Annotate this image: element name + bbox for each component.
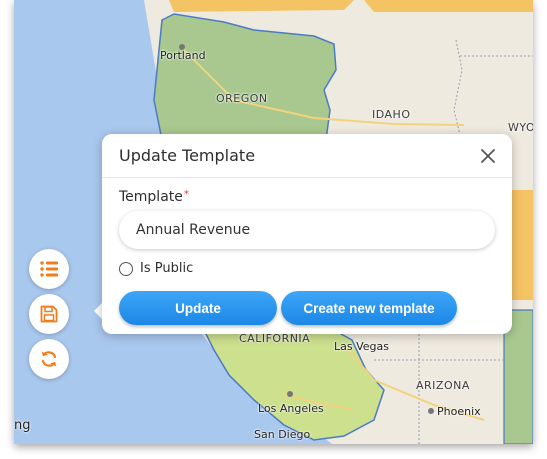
required-marker: * <box>183 189 189 200</box>
list-icon <box>40 261 58 277</box>
dialog-title: Update Template <box>119 146 256 165</box>
map-label-wyoming: WYO <box>508 121 533 134</box>
save-icon <box>40 305 58 323</box>
map-label-las-vegas: Las Vegas <box>334 340 389 353</box>
list-button[interactable] <box>29 249 69 289</box>
update-button[interactable]: Update <box>119 291 277 325</box>
dialog-header: Update Template <box>102 134 512 178</box>
refresh-button[interactable] <box>29 339 69 379</box>
map-label-idaho: IDAHO <box>372 108 411 121</box>
update-template-dialog: Update Template Template* Is Public Upda… <box>102 134 512 334</box>
is-public-label: Is Public <box>140 261 194 276</box>
create-new-template-button[interactable]: Create new template <box>281 291 457 325</box>
map-label-los-angeles: Los Angeles <box>258 402 324 415</box>
close-icon <box>481 149 495 163</box>
north-region <box>364 0 533 12</box>
refresh-icon <box>41 351 57 367</box>
save-button[interactable] <box>29 294 69 334</box>
map-frame: Portland OREGON IDAHO WYO CALIFORNIA Las… <box>14 0 533 444</box>
template-field-label: Template* <box>119 189 189 205</box>
is-public-option[interactable]: Is Public <box>119 261 193 276</box>
map-label-portland: Portland <box>160 49 206 62</box>
east-region <box>512 190 533 300</box>
map-label-oregon: OREGON <box>216 92 268 105</box>
washington-region <box>169 0 354 12</box>
map-label-san-diego: San Diego <box>254 428 311 441</box>
close-button[interactable] <box>478 146 498 166</box>
map-label-phoenix: Phoenix <box>437 405 481 418</box>
template-name-input[interactable] <box>119 211 495 249</box>
is-public-radio[interactable] <box>119 261 133 276</box>
map-label-arizona: ARIZONA <box>416 379 470 392</box>
map-attribution: ng <box>14 418 31 433</box>
